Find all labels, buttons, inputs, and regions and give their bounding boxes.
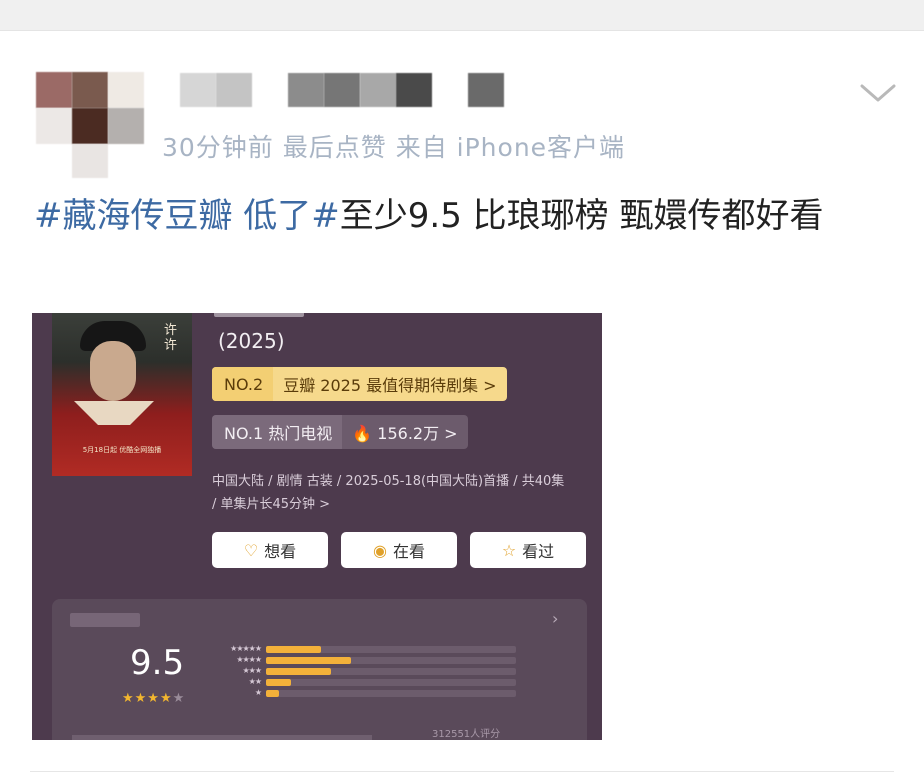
avatar-block (36, 72, 72, 108)
top-bar (0, 0, 924, 31)
avatar-block (108, 72, 144, 108)
star-row-label: ★★ (248, 677, 262, 686)
username-block (216, 73, 252, 107)
rating-bar-track (266, 679, 516, 686)
star-row-label: ★★★★★ (230, 644, 262, 653)
release-year: (2025) (218, 329, 285, 353)
rating-bar-4 (266, 657, 351, 664)
rating-stars: ★★★★★ (122, 691, 185, 706)
drama-poster: 许许 5月18日起 优酷全网独播 (52, 313, 192, 476)
username-block (468, 73, 504, 107)
want-to-watch-button[interactable]: ♡ 想看 (212, 532, 328, 568)
rank-label: 豆瓣 2025 最值得期待剧集 > (283, 376, 497, 395)
star-row-label: ★★★★ (236, 655, 262, 664)
star-icon: ☆ (501, 540, 517, 560)
rating-bar-5 (266, 646, 321, 653)
avatar-block (108, 108, 144, 144)
button-label: 想看 (264, 542, 297, 561)
poster-caption: 5月18日起 优酷全网独播 (82, 446, 162, 454)
button-label: 在看 (392, 542, 425, 561)
chevron-down-icon[interactable] (858, 78, 898, 108)
rating-bar-track (266, 646, 516, 653)
username-block (360, 73, 396, 107)
rating-score: 9.5 (130, 643, 185, 683)
username-block (396, 73, 432, 107)
post-body: 至少9.5 比琅琊榜 甄嬛传都好看 (339, 196, 824, 236)
poster-vertical-text: 许许 (164, 323, 178, 353)
embedded-screenshot[interactable]: 许许 5月18日起 优酷全网独播 (2025) NO.2 豆瓣 2025 最值得… (32, 313, 602, 740)
cropped-row (72, 735, 372, 740)
rating-panel[interactable]: › 9.5 ★★★★★ ★★★★★ ★★★★ ★★★ ★★ ★ 312551人评… (52, 599, 587, 740)
post-meta: 30分钟前 最后点赞 来自 iPhone客户端 (162, 133, 626, 162)
eye-icon: ◉ (373, 540, 387, 560)
poster-collar (74, 401, 154, 425)
rank-badge-expected[interactable]: NO.2 豆瓣 2025 最值得期待剧集 > (212, 367, 507, 401)
avatar-block (36, 108, 72, 144)
hashtag-link[interactable]: #藏海传豆瓣 低了# (34, 196, 340, 236)
heart-icon: ♡ (243, 540, 259, 560)
title-cropped (214, 313, 304, 317)
hot-count: 🔥 156.2万 > (352, 424, 458, 443)
poster-face (90, 341, 136, 401)
rating-count: 312551人评分 (432, 729, 501, 740)
chevron-right-icon[interactable]: › (552, 609, 558, 628)
rank-badge-hot[interactable]: NO.1 热门电视 🔥 156.2万 > (212, 415, 468, 449)
drama-info[interactable]: 中国大陆 / 剧情 古装 / 2025-05-18(中国大陆)首播 / 共40集… (212, 470, 572, 516)
stars-empty: ★ (172, 691, 186, 706)
watched-button[interactable]: ☆ 看过 (470, 532, 586, 568)
username-block (288, 73, 324, 107)
divider (30, 771, 894, 772)
stars-filled: ★★★★ (122, 691, 173, 706)
rating-bar-track (266, 690, 516, 697)
rating-bar-1 (266, 690, 279, 697)
username-block (180, 73, 216, 107)
username-block (324, 73, 360, 107)
star-row-label: ★★★ (242, 666, 262, 675)
rating-bar-track (266, 668, 516, 675)
rank-number: NO.2 (212, 367, 274, 401)
rating-bar-2 (266, 679, 291, 686)
watching-button[interactable]: ◉ 在看 (341, 532, 457, 568)
avatar-block (72, 72, 108, 108)
rating-bar-track (266, 657, 516, 664)
rating-bar-3 (266, 668, 331, 675)
avatar-block (72, 108, 108, 144)
rank-number: NO.1 热门电视 (212, 415, 343, 449)
star-row-label: ★ (254, 688, 262, 697)
avatar-block (72, 144, 108, 178)
post-text: #藏海传豆瓣 低了#至少9.5 比琅琊榜 甄嬛传都好看 (34, 190, 894, 242)
rating-header-cropped (70, 613, 140, 627)
button-label: 看过 (522, 542, 555, 561)
